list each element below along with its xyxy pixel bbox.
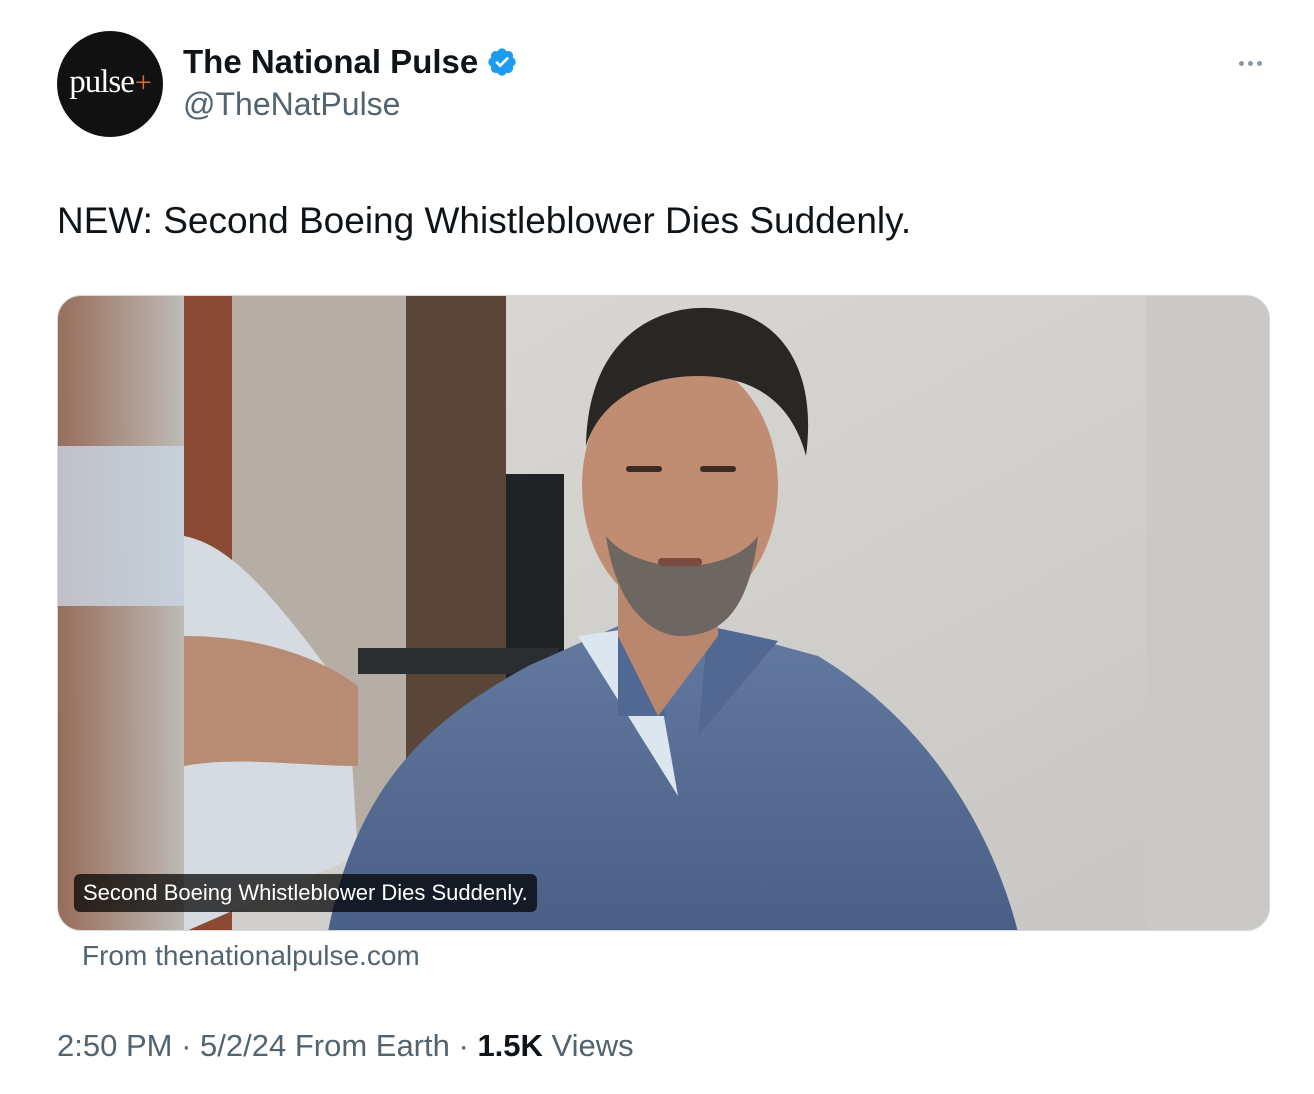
timestamp-time[interactable]: 2:50 PM [57, 1028, 172, 1063]
display-name[interactable]: The National Pulse [183, 43, 478, 81]
location-text: From Earth [286, 1028, 450, 1063]
verified-badge-icon [488, 48, 516, 76]
avatar-logo-text: pulse+ [69, 63, 152, 100]
link-card[interactable]: Second Boeing Whistleblower Dies Suddenl… [57, 295, 1270, 931]
tweet-meta: 2:50 PM · 5/2/24 From Earth · 1.5K Views [57, 1028, 634, 1064]
more-horizontal-icon[interactable] [1230, 48, 1270, 78]
views-label: Views [542, 1028, 634, 1063]
author-name-row: The National Pulse [183, 42, 518, 82]
card-image [58, 296, 1269, 930]
avatar[interactable]: pulse+ [57, 31, 163, 137]
card-image-caption: Second Boeing Whistleblower Dies Suddenl… [74, 874, 537, 912]
meta-separator: · [172, 1028, 201, 1063]
card-source-link[interactable]: From thenationalpulse.com [82, 940, 420, 972]
views-count[interactable]: 1.5K [477, 1028, 542, 1063]
tweet-text: NEW: Second Boeing Whistleblower Dies Su… [57, 200, 912, 241]
timestamp-date[interactable]: 5/2/24 [200, 1028, 286, 1063]
meta-separator: · [449, 1028, 478, 1063]
handle[interactable]: @TheNatPulse [183, 86, 400, 123]
tweet: pulse+ The National Pulse @TheNatPulse N… [0, 0, 1314, 1094]
